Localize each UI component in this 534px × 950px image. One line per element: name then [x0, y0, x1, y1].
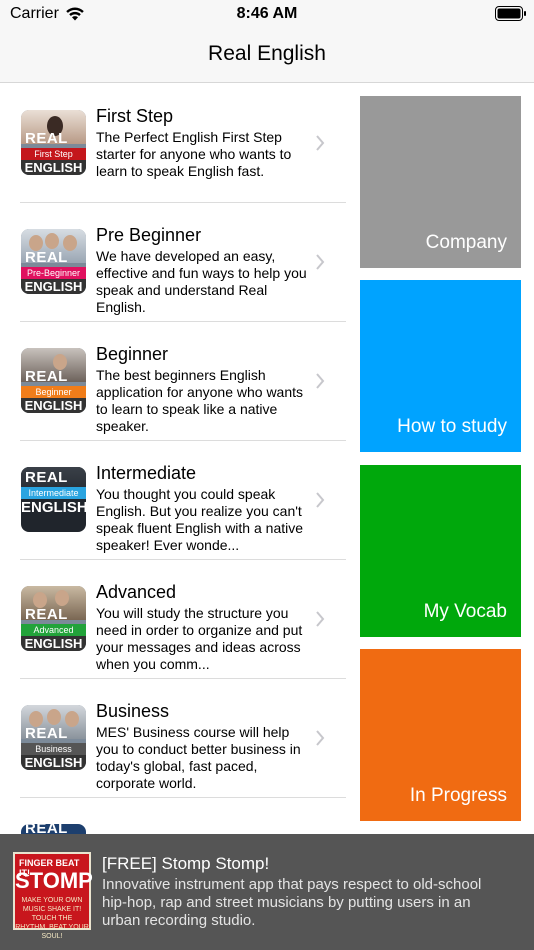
course-row-partial[interactable]: REAL — [0, 798, 352, 834]
battery-icon — [495, 6, 526, 21]
chevron-right-icon — [316, 373, 325, 389]
page-title: Real English — [208, 42, 326, 65]
course-thumbnail: REAL Pre-Beginner ENGLISH — [21, 229, 86, 294]
course-thumbnail: REAL — [21, 824, 86, 834]
course-description: We have developed an easy, effective and… — [96, 248, 307, 315]
tile-label: In Progress — [409, 785, 507, 806]
course-thumbnail: REAL Intermediate ENGLISH — [21, 467, 86, 532]
course-description: The Perfect English First Step starter f… — [96, 129, 292, 179]
course-row-intermediate[interactable]: REAL Intermediate ENGLISH Intermediate Y… — [0, 441, 352, 560]
chevron-right-icon — [316, 611, 325, 627]
chevron-right-icon — [316, 135, 325, 151]
status-bar: Carrier 8:46 AM — [0, 0, 534, 28]
tile-label: Company — [425, 232, 507, 253]
tile-my-vocab[interactable]: My Vocab — [360, 465, 521, 637]
status-time: 8:46 AM — [236, 5, 298, 22]
course-row-pre-beginner[interactable]: REAL Pre-Beginner ENGLISH Pre Beginner W… — [0, 203, 352, 322]
course-description: MES' Business course will help you to co… — [96, 724, 301, 791]
course-description: You will study the structure you need in… — [96, 605, 303, 672]
course-row-advanced[interactable]: REAL Advanced ENGLISH Advanced You will … — [0, 560, 352, 679]
course-title: Business — [96, 701, 170, 721]
navigation-bar: Real English — [0, 28, 534, 83]
chevron-right-icon — [316, 254, 325, 270]
course-title: Advanced — [96, 582, 177, 602]
tile-how-to-study[interactable]: How to study — [360, 280, 521, 452]
chevron-right-icon — [316, 492, 325, 508]
course-thumbnail: REAL First Step ENGLISH — [21, 110, 86, 175]
course-description: The best beginners English application f… — [96, 367, 304, 434]
course-thumbnail: REAL Advanced ENGLISH — [21, 586, 86, 651]
course-title: Pre Beginner — [96, 225, 202, 245]
stomp-app-logo: FINGER BEAT IT! STOMP MAKE YOUR OWN MUSI… — [13, 852, 93, 940]
tile-label: How to study — [397, 416, 507, 437]
tile-company[interactable]: Company — [360, 96, 521, 268]
course-title: Intermediate — [96, 463, 197, 483]
course-title: Beginner — [96, 344, 169, 364]
tile-in-progress[interactable]: In Progress — [360, 649, 521, 821]
course-row-beginner[interactable]: REAL Beginner ENGLISH Beginner The best … — [0, 322, 352, 441]
course-row-first-step[interactable]: REAL First Step ENGLISH First Step The P… — [0, 84, 352, 203]
ad-title: [FREE] Stomp Stomp! — [102, 854, 270, 873]
course-description: You thought you could speak English. But… — [96, 486, 304, 553]
ad-banner[interactable]: FINGER BEAT IT! STOMP MAKE YOUR OWN MUSI… — [0, 834, 534, 950]
course-title: First Step — [96, 106, 174, 126]
tile-label: My Vocab — [423, 601, 507, 622]
course-row-business[interactable]: REAL Business ENGLISH Business MES' Busi… — [0, 679, 352, 798]
chevron-right-icon — [316, 730, 325, 746]
course-list[interactable]: REAL First Step ENGLISH First Step The P… — [0, 84, 352, 834]
ad-description: Innovative instrument app that pays resp… — [102, 876, 482, 929]
course-thumbnail: REAL Business ENGLISH — [21, 705, 86, 770]
course-thumbnail: REAL Beginner ENGLISH — [21, 348, 86, 413]
